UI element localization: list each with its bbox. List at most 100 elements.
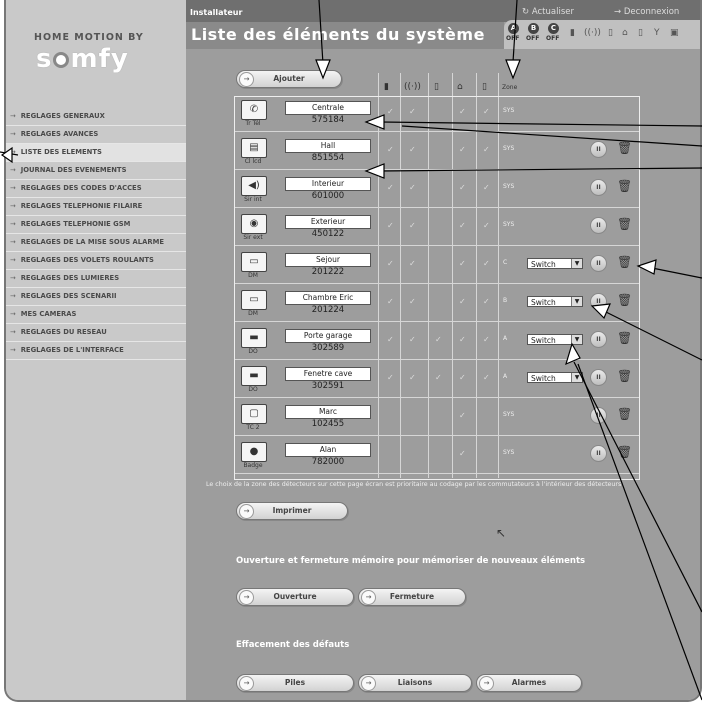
- device-row: ▢ TC 2 Marc 102455 ✓ SYS II 🗑: [235, 401, 639, 436]
- device-name-field[interactable]: Interieur: [285, 177, 371, 191]
- phone-icon: ✆: [241, 100, 267, 120]
- menu-item[interactable]: → REGLAGES DES VOLETS ROULANTS: [6, 252, 186, 270]
- menu-item[interactable]: → REGLAGES AVANCES: [6, 126, 186, 144]
- alarms-button[interactable]: → Alarmes: [476, 674, 582, 692]
- menu-item[interactable]: → REGLAGES DES SCENARII: [6, 288, 186, 306]
- device-name-field[interactable]: Alan: [285, 443, 371, 457]
- device-name-field[interactable]: Sejour: [285, 253, 371, 267]
- arrow-right-icon: →: [361, 590, 376, 605]
- arrow-right-icon: →: [239, 676, 254, 691]
- arrow-right-icon: →: [10, 130, 16, 138]
- check-icon: ✓: [459, 221, 466, 230]
- logout-link[interactable]: → Deconnexion: [614, 7, 679, 17]
- zone-label: SYS: [503, 221, 515, 228]
- closing-button[interactable]: → Fermeture: [358, 588, 466, 606]
- pause-button[interactable]: II: [590, 407, 607, 424]
- trash-icon[interactable]: 🗑: [617, 179, 632, 193]
- arrow-right-icon: →: [10, 202, 16, 210]
- sidebar: HOME MOTION BY s mfy → REGLAGES GENERAUX → R…: [6, 0, 186, 700]
- print-button[interactable]: → Imprimer: [236, 502, 348, 520]
- zone-mode-select[interactable]: Switch ▼: [527, 296, 583, 307]
- check-icon: ✓: [483, 221, 490, 230]
- opening-detector-icon: ▬: [241, 366, 267, 386]
- arrow-right-icon: →: [614, 7, 624, 17]
- menu-item-label: REGLAGES DES CODES D'ACCES: [20, 184, 142, 192]
- check-icon: ✓: [483, 107, 490, 116]
- check-icon: ✓: [483, 297, 490, 306]
- page-title: Liste des éléments du système: [191, 25, 485, 44]
- memory-section-title: Ouverture et fermeture mémoire pour mémo…: [236, 556, 586, 566]
- outdoor-siren-icon: ◉: [241, 214, 267, 234]
- pause-button[interactable]: II: [590, 445, 607, 462]
- device-code: 851554: [311, 153, 345, 163]
- menu-item[interactable]: → JOURNAL DES EVENEMENTS: [6, 162, 186, 180]
- arrow-right-icon: →: [239, 504, 254, 519]
- menu-item-label: REGLAGES DES VOLETS ROULANTS: [20, 256, 154, 264]
- menu-item[interactable]: → REGLAGES DE L'INTERFACE: [6, 342, 186, 360]
- arrow-right-icon: →: [10, 112, 16, 120]
- group-a-icon: A: [508, 23, 519, 34]
- menu-item[interactable]: → REGLAGES TELEPHONIE FILAIRE: [6, 198, 186, 216]
- device-type: Sir int: [244, 196, 262, 203]
- menu-item[interactable]: → REGLAGES DES LUMIERES: [6, 270, 186, 288]
- zone-label: SYS: [503, 183, 515, 190]
- menu-item[interactable]: → REGLAGES DU RESEAU: [6, 324, 186, 342]
- check-icon: ✓: [459, 297, 466, 306]
- check-icon: ✓: [409, 259, 416, 268]
- zone-priority-note: Le choix de la zone des détecteurs sur c…: [206, 481, 622, 488]
- zone-mode-select[interactable]: Switch ▼: [527, 372, 583, 383]
- siren-icon: ◀): [241, 176, 267, 196]
- zone-mode-select[interactable]: Switch ▼: [527, 334, 583, 345]
- trash-icon[interactable]: 🗑: [617, 141, 632, 155]
- batteries-button[interactable]: → Piles: [236, 674, 354, 692]
- device-code: 302591: [311, 381, 345, 391]
- device-name-field[interactable]: Fenetre cave: [285, 367, 371, 381]
- device-code: 102455: [311, 419, 345, 429]
- trash-icon[interactable]: 🗑: [617, 445, 632, 459]
- check-icon: ✓: [459, 449, 466, 458]
- trash-icon[interactable]: 🗑: [617, 217, 632, 231]
- check-icon: ✓: [387, 145, 394, 154]
- device-name-field[interactable]: Exterieur: [285, 215, 371, 229]
- pause-button[interactable]: II: [590, 369, 607, 386]
- pause-button[interactable]: II: [590, 255, 607, 272]
- check-icon: ✓: [387, 107, 394, 116]
- menu-item[interactable]: → REGLAGES DE LA MISE SOUS ALARME: [6, 234, 186, 252]
- trash-icon[interactable]: 🗑: [617, 407, 632, 421]
- arrow-right-icon: →: [10, 256, 16, 264]
- device-name-field[interactable]: Chambre Eric: [285, 291, 371, 305]
- pause-button[interactable]: II: [590, 179, 607, 196]
- trash-icon[interactable]: 🗑: [617, 293, 632, 307]
- device-name-field[interactable]: Centrale: [285, 101, 371, 115]
- zone-mode-value: Switch: [531, 260, 556, 269]
- trash-icon[interactable]: 🗑: [617, 369, 632, 383]
- arrow-right-icon: →: [239, 72, 254, 87]
- opening-button[interactable]: → Ouverture: [236, 588, 354, 606]
- system-status-bar: A OFF B OFF C OFF ▮ ((·)) ▯ ⌂ ▯ Y ▣: [504, 20, 700, 49]
- menu-item[interactable]: → LISTE DES ELEMENTS: [6, 144, 186, 162]
- menu-item[interactable]: → REGLAGES TELEPHONIE GSM: [6, 216, 186, 234]
- check-icon: ✓: [483, 335, 490, 344]
- menu-item[interactable]: → REGLAGES DES CODES D'ACCES: [6, 180, 186, 198]
- device-row: ● Badge Alan 782000 ✓ SYS II 🗑: [235, 439, 639, 474]
- device-name-field[interactable]: Hall: [285, 139, 371, 153]
- menu-item[interactable]: → REGLAGES GENERAUX: [6, 108, 186, 126]
- trash-icon[interactable]: 🗑: [617, 331, 632, 345]
- device-name-field[interactable]: Marc: [285, 405, 371, 419]
- menu-item[interactable]: → MES CAMERAS: [6, 306, 186, 324]
- opening-detector-icon: ▬: [241, 328, 267, 348]
- pause-button[interactable]: II: [590, 217, 607, 234]
- device-name-field[interactable]: Porte garage: [285, 329, 371, 343]
- pause-button[interactable]: II: [590, 293, 607, 310]
- pause-button[interactable]: II: [590, 141, 607, 158]
- add-button[interactable]: → Ajouter: [236, 70, 342, 88]
- pause-button[interactable]: II: [590, 331, 607, 348]
- links-button[interactable]: → Liaisons: [358, 674, 472, 692]
- menu-item-label: REGLAGES TELEPHONIE FILAIRE: [20, 202, 143, 210]
- zone-mode-value: Switch: [531, 336, 556, 345]
- menu-item-label: REGLAGES DU RESEAU: [20, 328, 107, 336]
- trash-icon[interactable]: 🗑: [617, 255, 632, 269]
- zone-mode-select[interactable]: Switch ▼: [527, 258, 583, 269]
- refresh-link[interactable]: ↻ Actualiser: [522, 7, 574, 17]
- chevron-down-icon: ▼: [571, 259, 582, 268]
